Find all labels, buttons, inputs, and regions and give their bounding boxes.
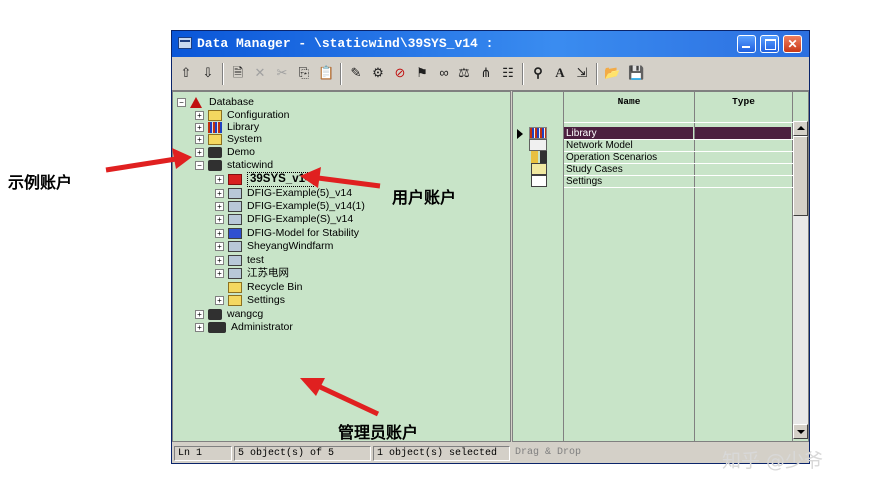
arrow-demo — [105, 148, 192, 173]
annotation-demo-account: 示例账户 — [8, 173, 73, 192]
arrow-user — [300, 167, 381, 189]
annotation-user-account: 用户账户 — [392, 188, 457, 207]
annotation-admin-account: 管理员账户 — [338, 423, 419, 442]
watermark: 知乎 @少爷 — [722, 450, 824, 472]
annotation-arrows — [105, 148, 381, 417]
arrow-admin — [300, 378, 380, 417]
